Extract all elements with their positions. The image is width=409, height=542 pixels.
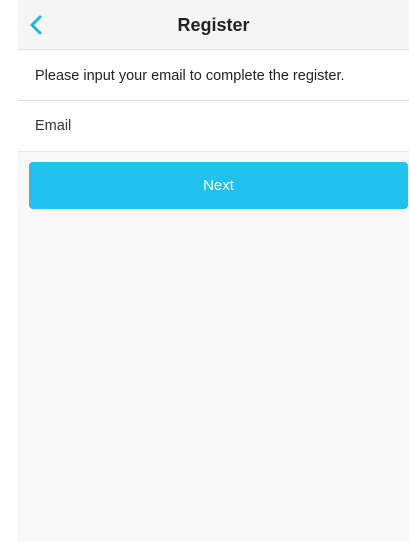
- left-margin: [0, 0, 18, 542]
- header-bar: Register: [18, 0, 409, 50]
- register-screen: Register Please input your email to comp…: [0, 0, 409, 542]
- app-container: Register Please input your email to comp…: [18, 0, 409, 542]
- instruction-text: Please input your email to complete the …: [35, 67, 345, 84]
- email-field-row: [18, 101, 409, 152]
- next-button[interactable]: Next: [29, 162, 408, 209]
- instruction-message: Please input your email to complete the …: [18, 51, 409, 101]
- page-title: Register: [177, 15, 250, 35]
- email-input[interactable]: [35, 118, 395, 134]
